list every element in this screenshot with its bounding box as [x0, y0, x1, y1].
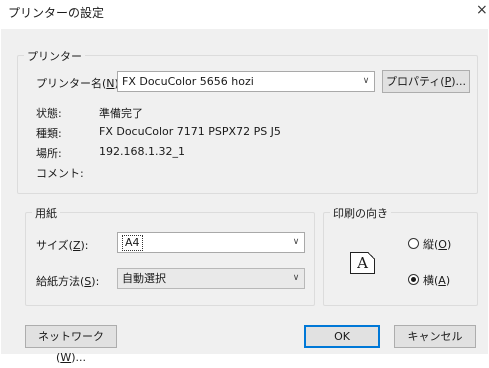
- paper-size-value: A4: [122, 235, 143, 251]
- paper-group-label: 用紙: [32, 205, 60, 221]
- chevron-down-icon[interactable]: ∨: [358, 72, 374, 91]
- status-value: 準備完了: [99, 107, 143, 120]
- window-title: プリンターの設定: [8, 6, 105, 20]
- paper-size-select[interactable]: A4 ∨: [117, 232, 305, 253]
- properties-button[interactable]: プロパティ(P)...: [382, 70, 470, 93]
- orientation-group: 印刷の向き: [323, 205, 478, 306]
- close-icon[interactable]: ×: [476, 2, 488, 18]
- paper-source-label: 給紙方法(S):: [36, 275, 100, 288]
- ok-button[interactable]: OK: [304, 325, 380, 348]
- paper-source-value: 自動選択: [122, 272, 166, 285]
- chevron-down-icon[interactable]: ∨: [288, 269, 304, 288]
- landscape-label[interactable]: 横(A): [423, 272, 450, 288]
- cancel-button[interactable]: キャンセル: [394, 325, 476, 348]
- network-button[interactable]: ネットワーク(W)...: [25, 325, 117, 364]
- page-orientation-icon: A: [350, 252, 375, 274]
- comment-label: コメント:: [36, 167, 84, 180]
- location-label: 場所:: [36, 147, 62, 160]
- portrait-label[interactable]: 縦(O): [423, 236, 451, 252]
- chevron-down-icon[interactable]: ∨: [288, 233, 304, 252]
- location-value: 192.168.1.32_1: [99, 145, 185, 158]
- printer-name-select[interactable]: FX DocuColor 5656 hozi ∨: [117, 71, 375, 92]
- type-value: FX DocuColor 7171 PSPX72 PS J5: [99, 125, 281, 138]
- orientation-group-label: 印刷の向き: [330, 205, 391, 221]
- printer-group-label: プリンター: [24, 48, 85, 64]
- type-label: 種類:: [36, 127, 62, 140]
- size-label: サイズ(Z):: [36, 239, 89, 252]
- paper-source-select[interactable]: 自動選択 ∨: [117, 268, 305, 289]
- status-label: 状態:: [36, 107, 62, 120]
- printer-name-value: FX DocuColor 5656 hozi: [122, 75, 254, 88]
- portrait-radio[interactable]: [408, 238, 419, 249]
- printer-name-label: プリンター名(N):: [36, 77, 123, 90]
- landscape-radio[interactable]: [408, 274, 419, 285]
- paper-group: 用紙: [25, 205, 315, 306]
